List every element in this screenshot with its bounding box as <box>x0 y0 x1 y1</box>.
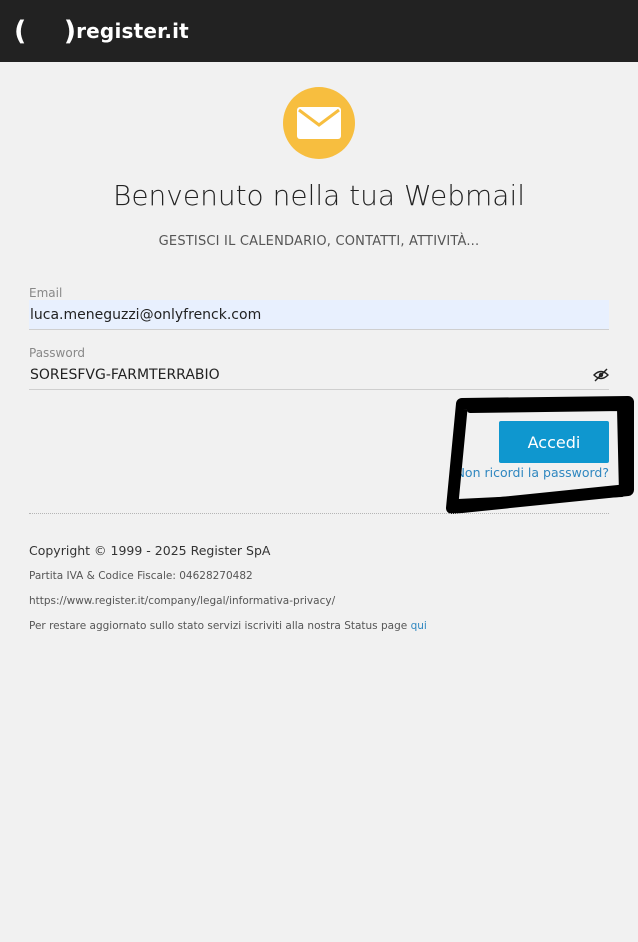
eye-slash-icon[interactable] <box>593 368 609 382</box>
register-logo[interactable]: ( ) register.it <box>14 18 189 45</box>
logo-text: register.it <box>76 19 189 43</box>
envelope-icon <box>283 87 355 159</box>
status-page-text: Per restare aggiornato sullo stato servi… <box>29 620 427 632</box>
vat-text: Partita IVA & Codice Fiscale: 0462827048… <box>29 570 253 582</box>
privacy-url[interactable]: https://www.register.it/company/legal/in… <box>29 595 335 607</box>
login-page: Benvenuto nella tua Webmail GESTISCI IL … <box>0 62 638 942</box>
email-label: Email <box>29 286 63 300</box>
password-field[interactable]: SORESFVG-FARMTERRABIO <box>29 360 609 390</box>
login-button[interactable]: Accedi <box>499 421 609 463</box>
page-title: Benvenuto nella tua Webmail <box>112 179 525 212</box>
email-value: luca.meneguzzi@onlyfrenck.com <box>30 306 262 323</box>
top-bar: ( ) register.it <box>0 0 638 62</box>
page-subtitle: GESTISCI IL CALENDARIO, CONTATTI, ATTIVI… <box>158 234 480 249</box>
status-link[interactable]: qui <box>411 620 427 632</box>
forgot-password-link[interactable]: Non ricordi la password? <box>456 465 609 480</box>
footer-divider <box>29 513 609 514</box>
password-value: SORESFVG-FARMTERRABIO <box>30 366 220 383</box>
email-field[interactable]: luca.meneguzzi@onlyfrenck.com <box>29 300 609 330</box>
password-label: Password <box>29 346 86 360</box>
copyright-text: Copyright © 1999 - 2025 Register SpA <box>29 543 271 558</box>
status-text: Per restare aggiornato sullo stato servi… <box>29 620 411 632</box>
